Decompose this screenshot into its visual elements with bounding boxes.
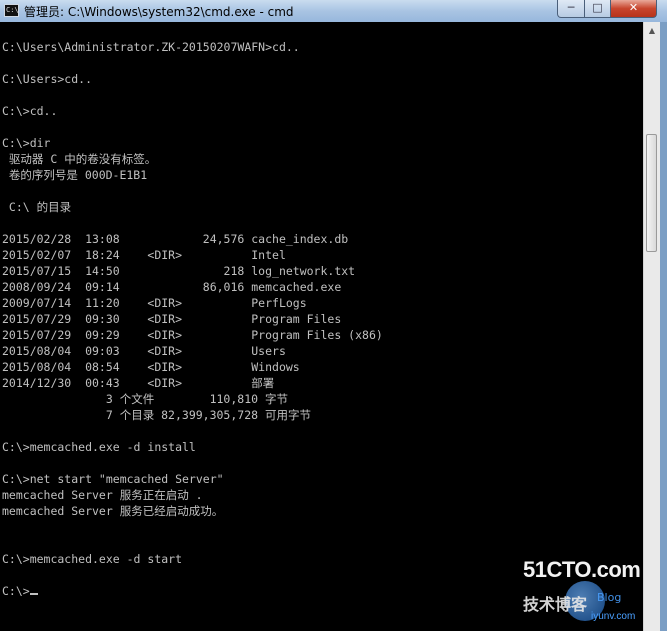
console-line: C:\>dir	[2, 136, 51, 150]
window-title: 管理员: C:\Windows\system32\cmd.exe - cmd	[24, 5, 294, 19]
console-line: 2015/08/04 08:54 <DIR> Windows	[2, 360, 300, 374]
console-line: 驱动器 C 中的卷没有标签。	[2, 152, 157, 166]
console-line: C:\ 的目录	[2, 200, 72, 214]
console-line: 2015/07/29 09:30 <DIR> Program Files	[2, 312, 342, 326]
vertical-scrollbar[interactable]: ▲	[643, 22, 660, 631]
console-line: 7 个目录 82,399,305,728 可用字节	[2, 408, 311, 422]
console-line: 2015/02/28 13:08 24,576 cache_index.db	[2, 232, 349, 246]
console-line: C:\Users>cd..	[2, 72, 93, 86]
console-line: memcached Server 服务正在启动 .	[2, 488, 203, 502]
cmd-icon[interactable]: C:\	[4, 4, 19, 17]
console-line: C:\Users\Administrator.ZK-20150207WAFN>c…	[2, 40, 300, 54]
console-line: 2015/02/07 18:24 <DIR> Intel	[2, 248, 286, 262]
console-line: 2014/12/30 00:43 <DIR> 部署	[2, 376, 275, 390]
maximize-button[interactable]: □	[584, 0, 611, 18]
window-frame	[660, 22, 667, 631]
console-line: 2015/07/15 14:50 218 log_network.txt	[2, 264, 356, 278]
close-button[interactable]: ✕	[610, 0, 657, 18]
scrollbar-thumb[interactable]	[646, 134, 657, 252]
scroll-up-arrow-icon[interactable]: ▲	[644, 22, 660, 39]
console-line: 2015/07/29 09:29 <DIR> Program Files (x8…	[2, 328, 383, 342]
console-line: C:\>net start "memcached Server"	[2, 472, 224, 486]
console-text: C:\Users\Administrator.ZK-20150207WAFN>c…	[2, 39, 383, 599]
cmd-window: C:\ 管理员: C:\Windows\system32\cmd.exe - c…	[0, 0, 667, 631]
console-line: C:\>	[2, 584, 30, 598]
console-line: 卷的序列号是 000D-E1B1	[2, 168, 148, 182]
minimize-button[interactable]: ─	[557, 0, 585, 18]
console-line: 2009/07/14 11:20 <DIR> PerfLogs	[2, 296, 307, 310]
console-output[interactable]: C:\Users\Administrator.ZK-20150207WAFN>c…	[0, 22, 643, 631]
text-cursor	[29, 593, 38, 595]
console-line: 2015/08/04 09:03 <DIR> Users	[2, 344, 286, 358]
console-line: memcached Server 服务已经启动成功。	[2, 504, 224, 518]
title-bar[interactable]: C:\ 管理员: C:\Windows\system32\cmd.exe - c…	[0, 0, 667, 22]
console-line: 2008/09/24 09:14 86,016 memcached.exe	[2, 280, 342, 294]
console-line: C:\>cd..	[2, 104, 58, 118]
console-line: 3 个文件 110,810 字节	[2, 392, 288, 406]
console-line: C:\>memcached.exe -d start	[2, 552, 183, 566]
console-line: C:\>memcached.exe -d install	[2, 440, 196, 454]
